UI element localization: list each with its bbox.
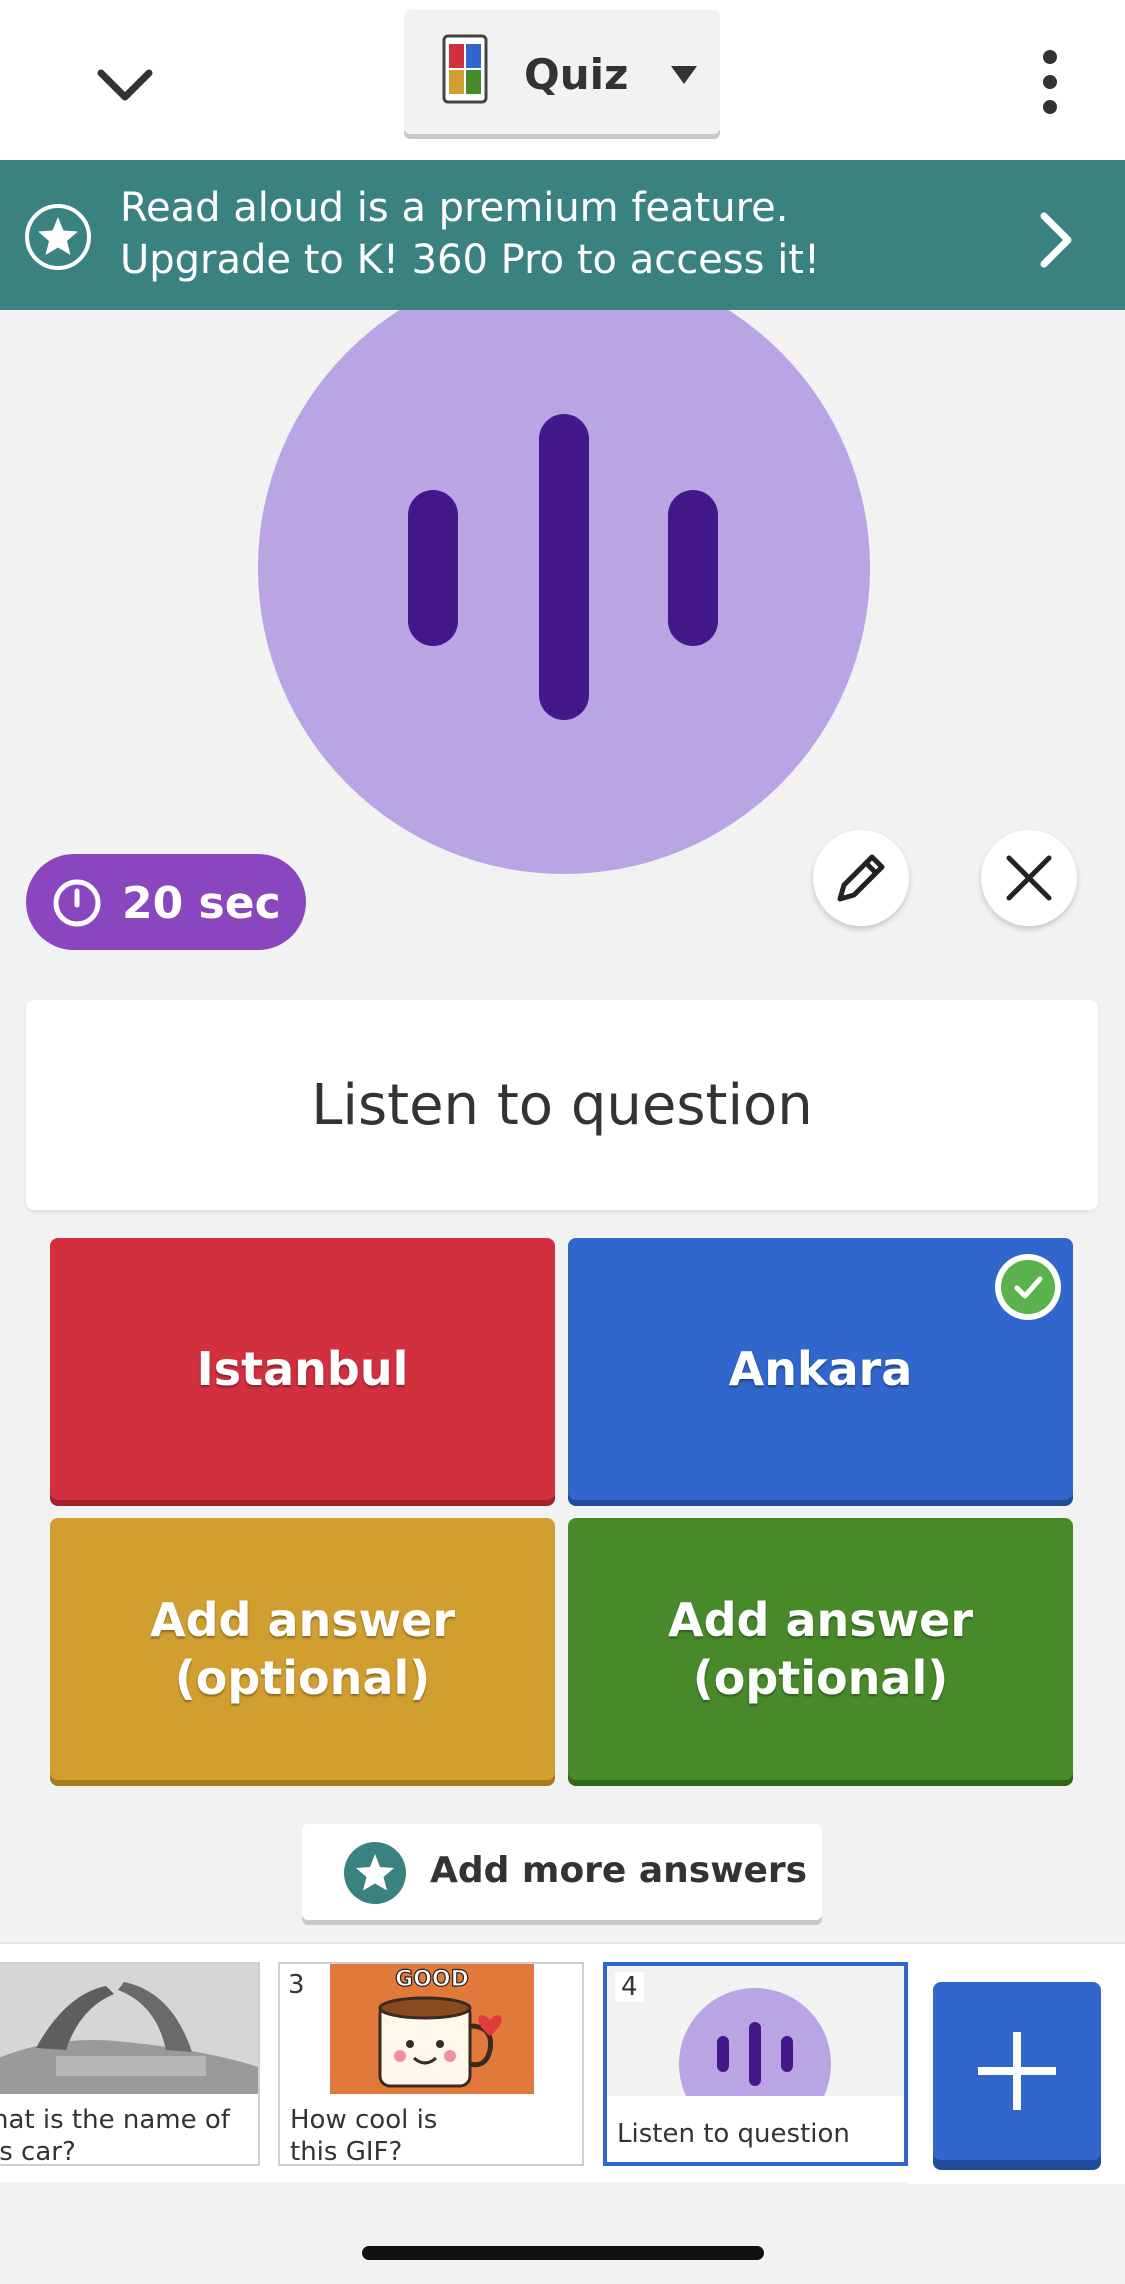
answer-label: Istanbul	[196, 1342, 409, 1396]
caret-down-icon	[671, 66, 697, 84]
time-limit-button[interactable]: 20 sec	[26, 854, 306, 950]
slide-image-text: GOOD	[395, 1967, 469, 1992]
close-icon	[1006, 855, 1052, 901]
add-slide-button[interactable]	[933, 1982, 1101, 2160]
more-options-button[interactable]	[1020, 42, 1080, 122]
question-text: Listen to question	[311, 1072, 813, 1138]
slide-thumbnail[interactable]: hat is the name of is car?	[0, 1962, 260, 2166]
premium-message-line: Upgrade to K! 360 Pro to access it!	[120, 237, 821, 283]
question-type-selector[interactable]: Quiz	[404, 10, 720, 134]
check-icon	[1014, 1276, 1043, 1299]
premium-message-line: Read aloud is a premium feature.	[120, 185, 789, 231]
slide-image: GOOD	[330, 1964, 534, 2094]
answer-option-4[interactable]: Add answer (optional)	[568, 1518, 1073, 1780]
top-bar: Quiz	[0, 0, 1125, 160]
slide-image	[0, 1964, 258, 2094]
slide-title: hat is the name of is car?	[0, 2105, 230, 2166]
slide-number: 3	[288, 1970, 305, 2000]
audio-bar	[539, 414, 589, 720]
audio-bar	[668, 490, 718, 646]
slide-image	[607, 1966, 904, 2096]
question-media[interactable]	[258, 262, 870, 874]
answer-option-1[interactable]: Istanbul	[50, 1238, 555, 1500]
pencil-icon	[837, 854, 885, 902]
remove-media-button[interactable]	[981, 830, 1077, 926]
star-icon	[25, 204, 91, 270]
slide-thumbnail-active[interactable]: 4 Listen to question	[603, 1962, 908, 2166]
correct-answer-toggle[interactable]	[995, 1254, 1061, 1320]
slide-title: How cool is this GIF?	[290, 2105, 438, 2166]
home-indicator	[362, 2246, 764, 2260]
answer-label: Add answer (optional)	[149, 1593, 456, 1705]
quiz-type-icon	[442, 34, 488, 104]
plus-icon	[978, 2032, 1056, 2110]
time-limit-label: 20 sec	[122, 878, 281, 929]
question-input[interactable]: Listen to question	[26, 1000, 1098, 1210]
clock-icon	[53, 879, 101, 927]
answer-option-2[interactable]: Ankara	[568, 1238, 1073, 1500]
audio-bar	[408, 490, 458, 646]
collapse-button[interactable]	[80, 40, 170, 130]
answer-label: Add answer (optional)	[667, 1593, 974, 1705]
chevron-right-icon	[1040, 212, 1072, 268]
more-vertical-icon	[1043, 50, 1057, 64]
add-more-answers-label: Add more answers	[430, 1850, 808, 1891]
star-icon	[344, 1842, 406, 1904]
slide-number: 4	[615, 1972, 644, 2002]
slide-tray: hat is the name of is car? GOOD 3 How co…	[0, 1942, 1125, 2184]
chevron-down-icon	[97, 69, 153, 101]
add-more-answers-button[interactable]: Add more answers	[302, 1824, 822, 1920]
premium-banner[interactable]: Read aloud is a premium feature. Upgrade…	[0, 160, 1125, 310]
edit-media-button[interactable]	[813, 830, 909, 926]
slide-title: Listen to question	[617, 2119, 850, 2149]
premium-message: Read aloud is a premium feature. Upgrade…	[120, 182, 820, 286]
slide-thumbnail[interactable]: GOOD 3 How cool is this GIF?	[278, 1962, 584, 2166]
answer-label: Ankara	[728, 1342, 913, 1396]
question-type-label: Quiz	[524, 50, 629, 99]
answer-option-3[interactable]: Add answer (optional)	[50, 1518, 555, 1780]
